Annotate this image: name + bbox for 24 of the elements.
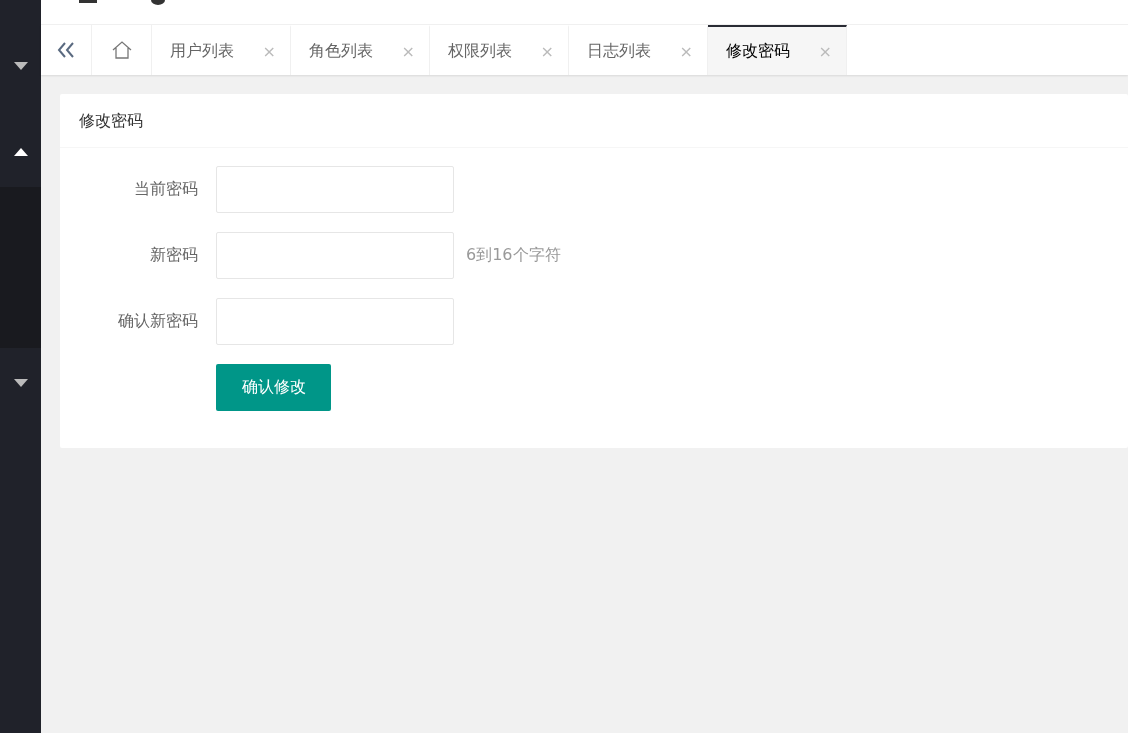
tab[interactable]: 用户列表 × [152, 25, 291, 75]
field-label: 新密码 [149, 245, 198, 266]
close-icon[interactable]: × [262, 41, 276, 61]
card-title: 修改密码 [60, 94, 1128, 148]
caret-up-icon [13, 148, 28, 156]
tab[interactable]: 日志列表 × [569, 25, 708, 75]
tab[interactable]: 修改密码 × [708, 25, 847, 75]
double-chevron-left-icon [57, 42, 75, 58]
close-icon[interactable]: × [401, 41, 415, 61]
tab[interactable]: 角色列表 × [291, 25, 430, 75]
menu-icon[interactable] [79, 0, 97, 4]
close-icon[interactable]: × [540, 41, 554, 61]
tab[interactable]: 权限列表 × [430, 25, 569, 75]
field-label: 确认新密码 [117, 311, 198, 332]
caret-down-icon [13, 62, 28, 70]
close-icon[interactable]: × [679, 41, 693, 61]
password-field[interactable] [216, 298, 454, 345]
caret-down-icon [13, 379, 28, 387]
password-field[interactable] [216, 166, 454, 213]
password-field[interactable] [216, 232, 454, 279]
submit-button[interactable]: 确认修改 [216, 364, 331, 411]
field-hint: 6到16个字符 [466, 245, 561, 266]
field-label: 当前密码 [133, 179, 198, 200]
home-icon [111, 41, 132, 59]
